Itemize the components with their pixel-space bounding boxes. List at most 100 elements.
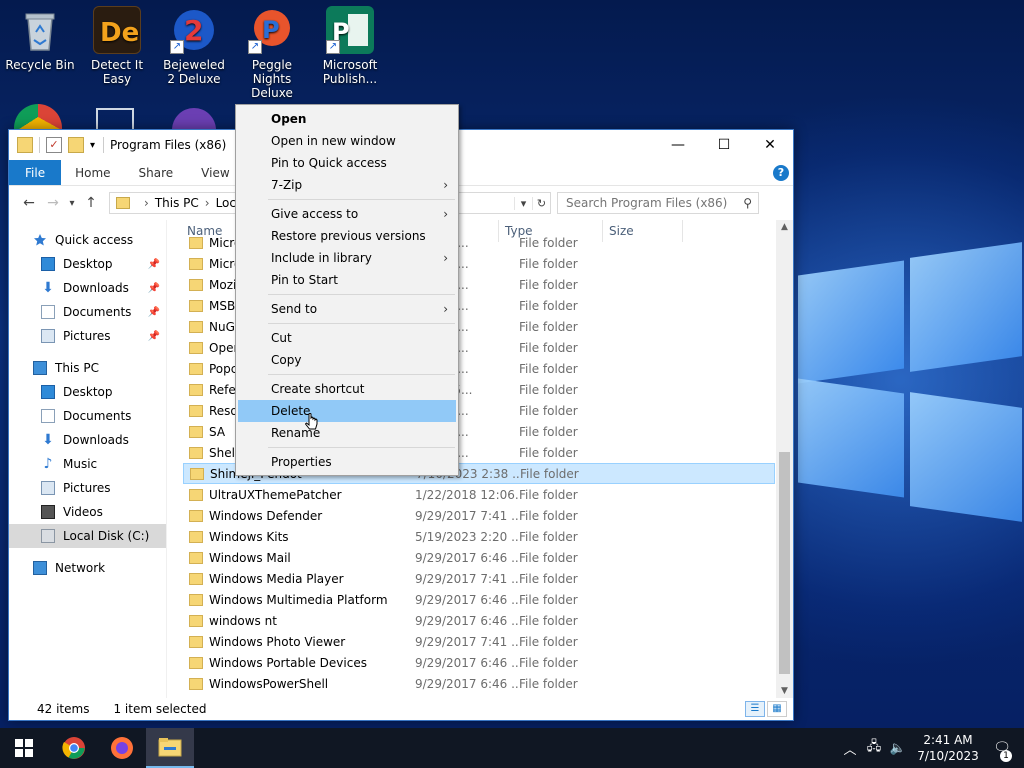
nav-qa-pictures[interactable]: Pictures 📌	[9, 324, 166, 348]
taskbar-chrome[interactable]	[50, 728, 98, 768]
file-row[interactable]: windows nt 9/29/2017 6:46 ... File folder	[183, 610, 775, 631]
menu-item-cut[interactable]: Cut	[236, 327, 458, 349]
nav-network[interactable]: Network	[9, 556, 166, 580]
file-date-modified: 9/29/2017 7:41 ...	[415, 508, 519, 523]
menu-item-open[interactable]: Open	[236, 108, 458, 130]
tab-file[interactable]: File	[9, 160, 62, 185]
nav-pc-videos[interactable]: Videos	[9, 500, 166, 524]
refresh-icon[interactable]: ↻	[532, 196, 550, 210]
file-row[interactable]: Windows Photo Viewer 9/29/2017 7:41 ... Fi…	[183, 631, 775, 652]
nav-pc-downloads[interactable]: ⬇ Downloads	[9, 428, 166, 452]
menu-item-pin-to-start[interactable]: Pin to Start	[236, 269, 458, 291]
menu-item-restore-previous-versions[interactable]: Restore previous versions	[236, 225, 458, 247]
menu-item-delete[interactable]: Delete	[238, 400, 456, 422]
file-row[interactable]: WindowsPowerShell 9/29/2017 6:46 ... File …	[183, 673, 775, 694]
nav-qa-desktop[interactable]: Desktop 📌	[9, 252, 166, 276]
windows-logo-wallpaper	[792, 242, 1022, 620]
desktop-icon-partial[interactable]	[172, 108, 216, 130]
taskbar-firefox[interactable]	[98, 728, 146, 768]
pin-icon[interactable]: 📌	[148, 307, 160, 318]
breadcrumb-this-pc[interactable]: This PC	[155, 196, 199, 210]
menu-item-include-in-library[interactable]: Include in library ›	[236, 247, 458, 269]
file-type: File folder	[519, 235, 578, 250]
menu-item-give-access-to[interactable]: Give access to ›	[236, 203, 458, 225]
file-type: File folder	[519, 592, 578, 607]
pin-icon[interactable]: 📌	[148, 283, 160, 294]
file-type: File folder	[519, 529, 578, 544]
nav-pc-pictures[interactable]: Pictures	[9, 476, 166, 500]
vertical-scrollbar[interactable]: ▲ ▼	[776, 220, 793, 698]
nav-qa-downloads[interactable]: ⬇ Downloads 📌	[9, 276, 166, 300]
scroll-down-icon[interactable]: ▼	[776, 686, 793, 696]
nav-this-pc[interactable]: This PC	[9, 356, 166, 380]
menu-item-properties[interactable]: Properties	[236, 451, 458, 473]
menu-item-7-zip[interactable]: 7-Zip ›	[236, 174, 458, 196]
show-hidden-icons-icon[interactable]: ︿	[840, 739, 860, 758]
nav-pc-local-disk[interactable]: Local Disk (C:)	[9, 524, 166, 548]
clock[interactable]: 2:41 AM 7/10/2023	[916, 732, 980, 764]
network-status-icon[interactable]: 🖧	[864, 737, 884, 759]
details-view-icon[interactable]: ☰	[745, 701, 765, 717]
menu-item-create-shortcut[interactable]: Create shortcut	[236, 378, 458, 400]
nav-pc-music[interactable]: ♪ Music	[9, 452, 166, 476]
nav-label: This PC	[55, 361, 99, 375]
folder-icon	[189, 614, 203, 627]
tab-home[interactable]: Home	[61, 160, 124, 185]
nav-pc-desktop[interactable]: Desktop	[9, 380, 166, 404]
menu-item-copy[interactable]: Copy	[236, 349, 458, 371]
pin-icon[interactable]: 📌	[148, 259, 160, 270]
folder-icon	[189, 341, 203, 354]
minimize-button[interactable]: —	[655, 130, 701, 160]
scrollbar-thumb[interactable]	[779, 452, 790, 674]
customize-toolbar-icon[interactable]: ▾	[90, 140, 95, 151]
menu-item-pin-to-quick-access[interactable]: Pin to Quick access	[236, 152, 458, 174]
nav-qa-documents[interactable]: Documents 📌	[9, 300, 166, 324]
search-input[interactable]	[566, 196, 736, 210]
large-icons-view-icon[interactable]: ▦	[767, 701, 787, 717]
maximize-button[interactable]: ☐	[701, 130, 747, 160]
menu-item-send-to[interactable]: Send to ›	[236, 298, 458, 320]
tab-share[interactable]: Share	[125, 160, 188, 185]
menu-item-label: Properties	[271, 455, 332, 469]
volume-icon[interactable]: 🔈	[888, 741, 908, 756]
address-dropdown-icon[interactable]: ▾	[514, 196, 532, 210]
file-row[interactable]: UltraUXThemePatcher 1/22/2018 12:06... Fil…	[183, 484, 775, 505]
nav-pc-documents[interactable]: Documents	[9, 404, 166, 428]
back-button[interactable]: ←	[17, 195, 41, 211]
forward-button[interactable]: →	[41, 195, 65, 211]
file-row[interactable]: Windows Kits 5/19/2023 2:20 ... File folde…	[183, 526, 775, 547]
file-row[interactable]: Windows Portable Devices 9/29/2017 6:46 .…	[183, 652, 775, 673]
file-type: File folder	[519, 655, 578, 670]
file-date-modified: 9/29/2017 6:46 ...	[415, 676, 519, 691]
menu-item-rename[interactable]: Rename	[236, 422, 458, 444]
breadcrumb-separator: ›	[204, 196, 210, 210]
file-row[interactable]: Windows Media Player 9/29/2017 7:41 ... Fi…	[183, 568, 775, 589]
menu-item-open-in-new-window[interactable]: Open in new window	[236, 130, 458, 152]
desktop-icon-recycle-bin[interactable]: Recycle Bin	[4, 6, 76, 72]
desktop-icon-bejeweled[interactable]: 2 ↗ Bejeweled 2 Deluxe	[158, 6, 230, 86]
file-row[interactable]: Windows Mail 9/29/2017 6:46 ... File folde…	[183, 547, 775, 568]
desktop-icon-peggle[interactable]: P ↗ Peggle Nights Deluxe	[236, 6, 308, 100]
taskbar-file-explorer[interactable]	[146, 728, 194, 768]
breadcrumb-local-disk[interactable]: Loc	[216, 196, 236, 210]
pin-icon[interactable]: 📌	[148, 331, 160, 342]
properties-check-icon[interactable]: ✓	[46, 137, 62, 153]
close-button[interactable]: ✕	[747, 130, 793, 160]
folder-icon	[189, 488, 203, 501]
start-button[interactable]	[0, 728, 48, 768]
chrome-desktop-icon[interactable]	[14, 104, 62, 130]
action-center-button[interactable]: 🗨 1	[980, 740, 1024, 762]
nav-quick-access[interactable]: Quick access	[9, 228, 166, 252]
up-button[interactable]: ↑	[79, 195, 103, 211]
desktop-icon-detect-it-easy[interactable]: De Detect It Easy	[81, 6, 153, 86]
help-icon[interactable]: ?	[773, 165, 789, 181]
new-folder-icon[interactable]	[68, 137, 84, 153]
desktop-icon-label: Bejeweled 2 Deluxe	[163, 58, 225, 86]
desktop-icon-publisher[interactable]: P ↗ Microsoft Publish...	[314, 6, 386, 86]
file-row[interactable]: Windows Defender 9/29/2017 7:41 ... File f…	[183, 505, 775, 526]
search-box[interactable]: ⚲	[557, 192, 759, 214]
desktop-icon-partial[interactable]	[96, 108, 134, 130]
recent-locations-icon[interactable]: ▾	[65, 198, 79, 209]
scroll-up-icon[interactable]: ▲	[776, 222, 793, 232]
file-row[interactable]: Windows Multimedia Platform 9/29/2017 6:4…	[183, 589, 775, 610]
